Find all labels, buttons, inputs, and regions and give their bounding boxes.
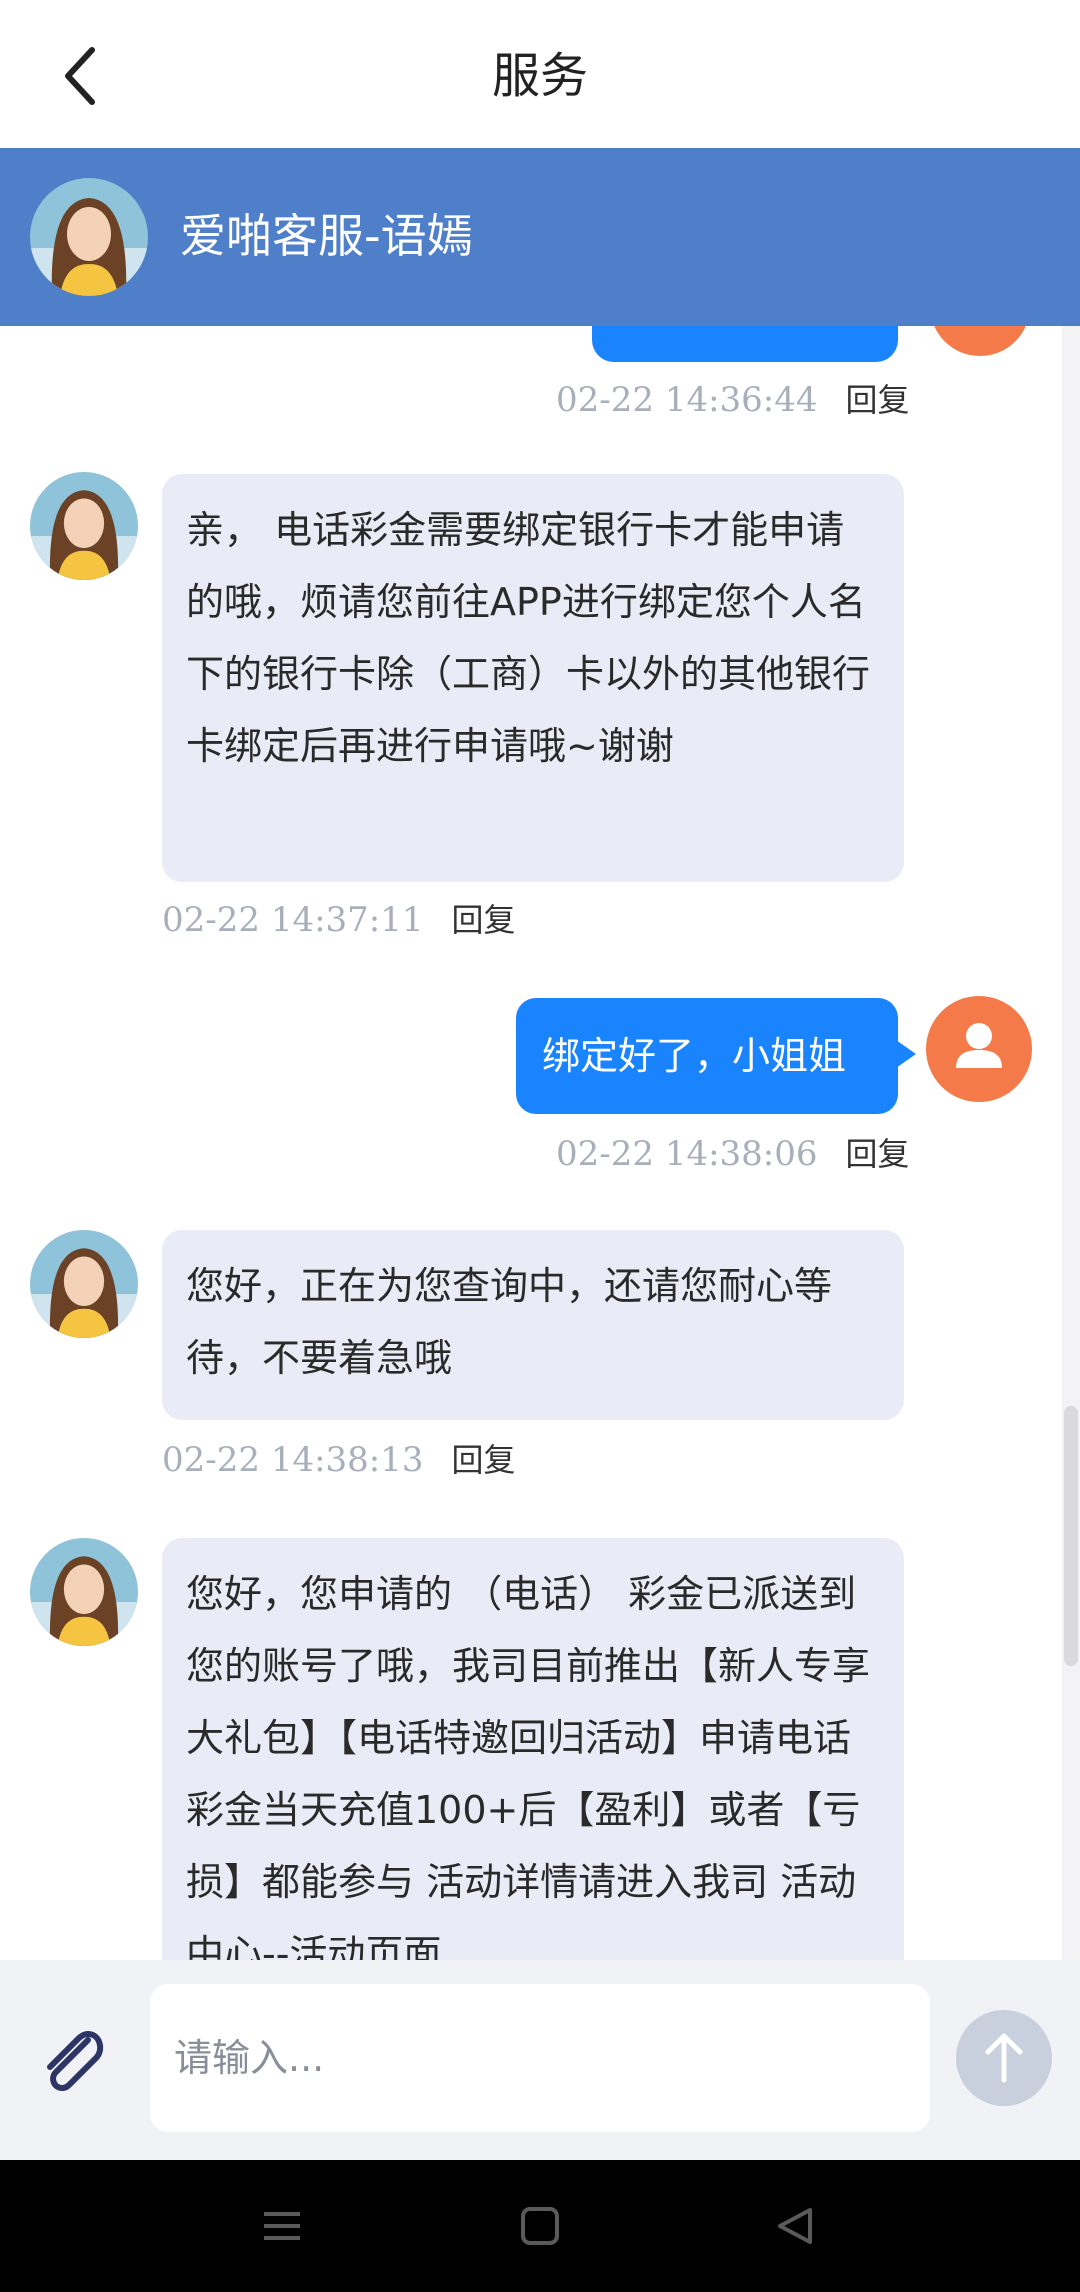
agent-avatar xyxy=(30,178,148,296)
incoming-message[interactable]: 亲， 电话彩金需要绑定银行卡才能申请的哦，烦请您前往APP进行绑定您个人名下的银… xyxy=(162,474,904,882)
message-input[interactable] xyxy=(150,1984,930,2132)
message-meta: 02-22 14:38:06 回复 xyxy=(556,1132,910,1176)
back-triangle-icon[interactable] xyxy=(766,2196,826,2256)
agent-header: 爱啪客服-语嫣 xyxy=(0,148,1080,326)
page-title: 服务 xyxy=(491,48,588,104)
reply-button[interactable]: 回复 xyxy=(452,901,516,939)
incoming-message[interactable]: 您好，正在为您查询中，还请您耐心等待，不要着急哦 xyxy=(162,1230,904,1420)
agent-avatar xyxy=(30,1538,138,1646)
reply-button[interactable]: 回复 xyxy=(846,381,910,419)
agent-avatar xyxy=(30,472,138,580)
message-time: 02-22 14:38:13 xyxy=(162,1440,424,1480)
outgoing-message[interactable]: 绑定好了，小姐姐 xyxy=(516,998,916,1114)
user-avatar xyxy=(926,996,1032,1102)
user-avatar-partial xyxy=(930,326,1030,356)
agent-name: 爱啪客服-语嫣 xyxy=(180,209,473,263)
incoming-message[interactable]: 您好，您申请的 （电话） 彩金已派送到您的账号了哦，我司目前推出【新人专享大礼包… xyxy=(162,1538,904,1960)
message-meta: 02-22 14:38:13 回复 xyxy=(162,1438,516,1482)
message-meta: 02-22 14:37:11 回复 xyxy=(162,898,516,942)
reply-button[interactable]: 回复 xyxy=(846,1135,910,1173)
chat-area[interactable]: 02-22 14:36:44 回复 亲， 电话彩金需要绑定银行卡才能申请的哦，烦请… xyxy=(0,326,1080,1960)
menu-icon[interactable] xyxy=(252,2196,312,2256)
outgoing-bubble-partial xyxy=(592,326,898,362)
message-time: 02-22 14:37:11 xyxy=(162,900,424,940)
send-button[interactable] xyxy=(956,2010,1052,2106)
top-bar: 服务 xyxy=(0,0,1080,148)
input-bar xyxy=(0,1960,1080,2160)
home-icon[interactable] xyxy=(510,2196,570,2256)
message-time: 02-22 14:36:44 xyxy=(556,380,818,420)
agent-avatar xyxy=(30,1230,138,1338)
scroll-thumb[interactable] xyxy=(1064,1406,1078,1666)
chat-scrollbar[interactable] xyxy=(1062,326,1080,1960)
message-meta: 02-22 14:36:44 回复 xyxy=(556,378,910,422)
paperclip-icon[interactable] xyxy=(30,2018,114,2102)
arrow-up-icon xyxy=(985,2033,1023,2083)
reply-button[interactable]: 回复 xyxy=(452,1441,516,1479)
user-icon xyxy=(956,1023,1002,1068)
message-time: 02-22 14:38:06 xyxy=(556,1134,818,1174)
system-nav-bar xyxy=(0,2160,1080,2292)
